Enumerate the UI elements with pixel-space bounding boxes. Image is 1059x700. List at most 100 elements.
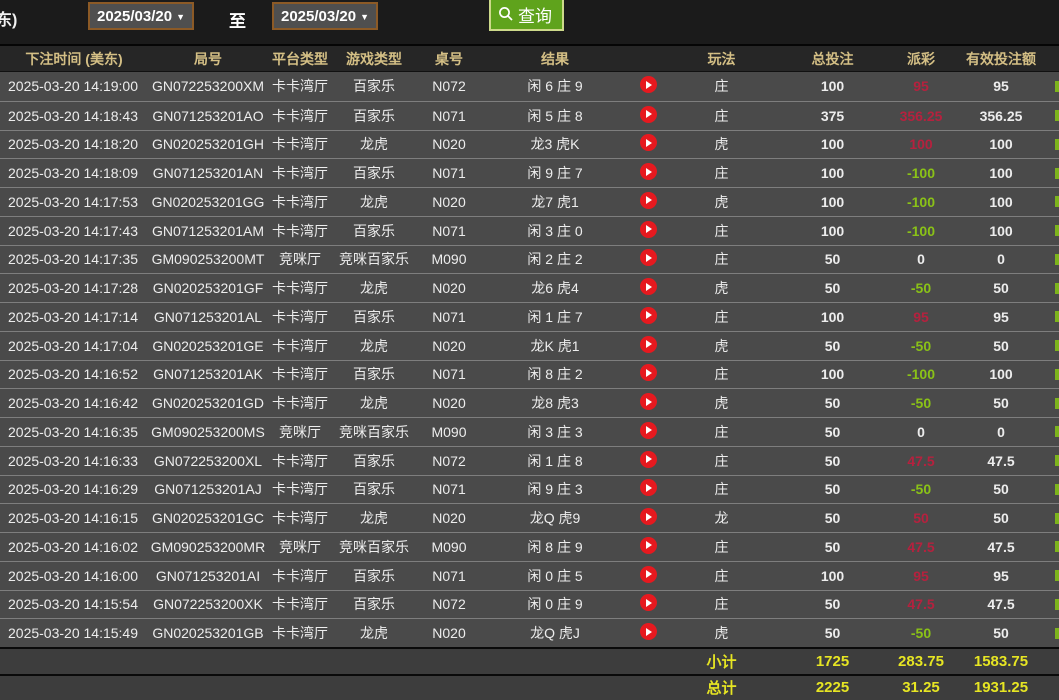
cell-total-bet: 50 bbox=[775, 510, 890, 526]
query-button[interactable]: 查询 bbox=[489, 0, 564, 31]
cell-result: 闲 8 庄 2 bbox=[482, 364, 628, 384]
replay-video-icon[interactable] bbox=[640, 479, 657, 496]
cell-payout: 47.5 bbox=[890, 539, 952, 555]
replay-video-icon[interactable] bbox=[640, 307, 657, 324]
replay-video-icon[interactable] bbox=[640, 422, 657, 439]
date-from-picker[interactable]: 2025/03/20 ▼ bbox=[88, 2, 194, 30]
cell-table-no: N071 bbox=[416, 568, 482, 584]
date-from-value: 2025/03/20 bbox=[97, 8, 172, 25]
cell-bet-time: 2025-03-20 14:18:20 bbox=[0, 136, 148, 152]
clipped-column-sliver bbox=[1055, 110, 1059, 121]
subtotal-total-bet: 1725 bbox=[775, 653, 890, 670]
table-row: 2025-03-20 14:15:49 GN020253201GB 卡卡湾厅 龙… bbox=[0, 618, 1059, 647]
cell-bet-time: 2025-03-20 14:16:29 bbox=[0, 481, 148, 497]
cell-game-no: GN020253201GH bbox=[148, 136, 268, 152]
cell-valid-bet: 100 bbox=[952, 366, 1050, 382]
cell-result: 闲 1 庄 8 bbox=[482, 451, 628, 471]
replay-video-icon[interactable] bbox=[640, 249, 657, 266]
cell-game-type: 龙虎 bbox=[332, 336, 416, 356]
cell-total-bet: 100 bbox=[775, 165, 890, 181]
replay-video-icon[interactable] bbox=[640, 336, 657, 353]
cell-result: 龙6 虎4 bbox=[482, 278, 628, 298]
replay-video-icon[interactable] bbox=[640, 106, 657, 123]
table-row: 2025-03-20 14:17:14 GN071253201AL 卡卡湾厅 百… bbox=[0, 302, 1059, 331]
table-row: 2025-03-20 14:15:54 GN072253200XK 卡卡湾厅 百… bbox=[0, 590, 1059, 619]
cell-bet-time: 2025-03-20 14:17:35 bbox=[0, 251, 148, 267]
cell-valid-bet: 0 bbox=[952, 424, 1050, 440]
cell-result: 闲 6 庄 9 bbox=[482, 76, 628, 96]
table-row: 2025-03-20 14:16:33 GN072253200XL 卡卡湾厅 百… bbox=[0, 446, 1059, 475]
date-to-picker[interactable]: 2025/03/20 ▼ bbox=[272, 2, 378, 30]
grand-total-payout: 31.25 bbox=[890, 679, 952, 696]
cell-result: 龙Q 虎9 bbox=[482, 508, 628, 528]
cell-platform: 卡卡湾厅 bbox=[268, 307, 332, 327]
cell-valid-bet: 47.5 bbox=[952, 596, 1050, 612]
clipped-column-sliver bbox=[1055, 283, 1059, 294]
cell-play-type: 庄 bbox=[668, 422, 775, 442]
cell-game-no: GN071253201AN bbox=[148, 165, 268, 181]
cell-table-no: N020 bbox=[416, 136, 482, 152]
cell-total-bet: 50 bbox=[775, 424, 890, 440]
cell-valid-bet: 95 bbox=[952, 568, 1050, 584]
cell-game-no: GN020253201GD bbox=[148, 395, 268, 411]
cell-table-no: N071 bbox=[416, 223, 482, 239]
clipped-column-sliver bbox=[1055, 139, 1059, 150]
clipped-column-sliver bbox=[1055, 628, 1059, 639]
cell-table-no: N071 bbox=[416, 165, 482, 181]
chevron-down-icon: ▼ bbox=[360, 12, 369, 22]
cell-payout: -100 bbox=[890, 165, 952, 181]
cell-play-type: 龙 bbox=[668, 508, 775, 528]
cell-play-type: 虎 bbox=[668, 393, 775, 413]
cell-valid-bet: 50 bbox=[952, 481, 1050, 497]
cell-table-no: N020 bbox=[416, 280, 482, 296]
replay-video-icon[interactable] bbox=[640, 278, 657, 295]
cell-bet-time: 2025-03-20 14:19:00 bbox=[0, 78, 148, 94]
cell-total-bet: 100 bbox=[775, 366, 890, 382]
table-row: 2025-03-20 14:16:29 GN071253201AJ 卡卡湾厅 百… bbox=[0, 475, 1059, 504]
clipped-column-sliver bbox=[1055, 225, 1059, 236]
replay-video-icon[interactable] bbox=[640, 566, 657, 583]
replay-video-icon[interactable] bbox=[640, 192, 657, 209]
clipped-timezone-label: 东) bbox=[0, 6, 17, 30]
cell-game-no: GN071253201AJ bbox=[148, 481, 268, 497]
cell-game-type: 竞咪百家乐 bbox=[332, 422, 416, 442]
cell-play-type: 庄 bbox=[668, 76, 775, 96]
cell-game-type: 龙虎 bbox=[332, 192, 416, 212]
cell-table-no: N071 bbox=[416, 309, 482, 325]
cell-game-type: 龙虎 bbox=[332, 623, 416, 643]
replay-video-icon[interactable] bbox=[640, 393, 657, 410]
replay-video-icon[interactable] bbox=[640, 594, 657, 611]
cell-valid-bet: 95 bbox=[952, 78, 1050, 94]
clipped-column-sliver bbox=[1055, 369, 1059, 380]
cell-game-type: 竞咪百家乐 bbox=[332, 249, 416, 269]
replay-video-icon[interactable] bbox=[640, 508, 657, 525]
header-payout: 派彩 bbox=[890, 49, 952, 69]
cell-game-no: GN020253201GE bbox=[148, 338, 268, 354]
cell-game-no: GN020253201GF bbox=[148, 280, 268, 296]
replay-video-icon[interactable] bbox=[640, 451, 657, 468]
clipped-column-sliver bbox=[1055, 168, 1059, 179]
subtotal-payout: 283.75 bbox=[890, 653, 952, 670]
replay-video-icon[interactable] bbox=[640, 623, 657, 640]
replay-video-icon[interactable] bbox=[640, 76, 657, 93]
header-valid-bet: 有效投注额 bbox=[952, 49, 1050, 69]
cell-total-bet: 100 bbox=[775, 194, 890, 210]
cell-total-bet: 50 bbox=[775, 539, 890, 555]
replay-video-icon[interactable] bbox=[640, 134, 657, 151]
replay-video-icon[interactable] bbox=[640, 364, 657, 381]
cell-platform: 卡卡湾厅 bbox=[268, 163, 332, 183]
cell-result: 闲 2 庄 2 bbox=[482, 249, 628, 269]
cell-valid-bet: 47.5 bbox=[952, 539, 1050, 555]
clipped-column-sliver bbox=[1055, 484, 1059, 495]
replay-video-icon[interactable] bbox=[640, 537, 657, 554]
cell-total-bet: 50 bbox=[775, 251, 890, 267]
subtotal-label: 小计 bbox=[668, 651, 775, 672]
replay-video-icon[interactable] bbox=[640, 163, 657, 180]
cell-result: 龙K 虎1 bbox=[482, 336, 628, 356]
grand-total-total-bet: 2225 bbox=[775, 679, 890, 696]
replay-video-icon[interactable] bbox=[640, 221, 657, 238]
cell-play-type: 虎 bbox=[668, 336, 775, 356]
table-row: 2025-03-20 14:16:42 GN020253201GD 卡卡湾厅 龙… bbox=[0, 388, 1059, 417]
cell-game-type: 龙虎 bbox=[332, 508, 416, 528]
cell-payout: 50 bbox=[890, 510, 952, 526]
